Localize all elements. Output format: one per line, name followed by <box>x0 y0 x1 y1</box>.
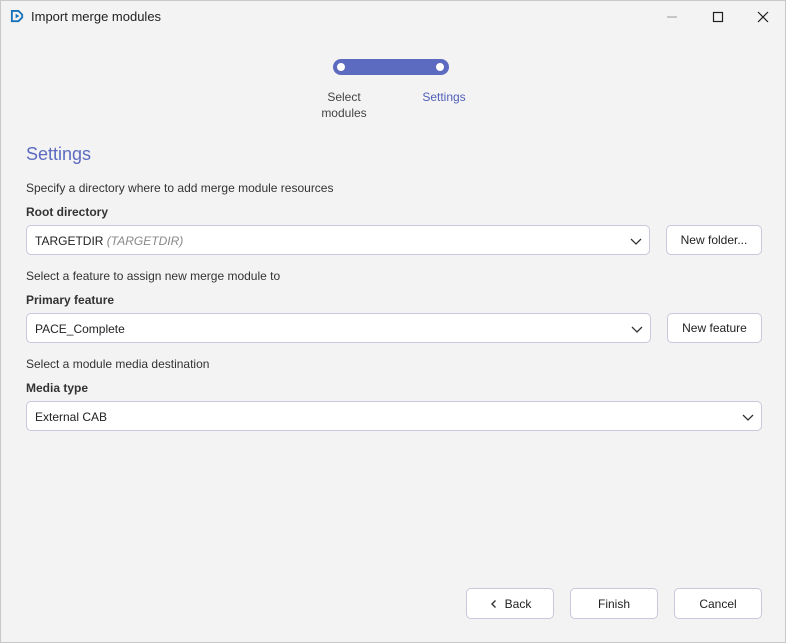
title-bar: Import merge modules <box>1 1 785 33</box>
chevron-down-icon <box>742 414 754 421</box>
finish-button-label: Finish <box>597 596 630 611</box>
maximize-button[interactable] <box>695 1 741 33</box>
primary-feature-dropdown[interactable]: PACE_Complete <box>26 313 651 343</box>
page-title: Settings <box>26 144 92 164</box>
root-directory-label: Root directory <box>26 205 109 219</box>
finish-button[interactable]: Finish <box>570 588 658 619</box>
primary-feature-hint: Select a feature to assign new merge mod… <box>26 269 281 283</box>
step-label-select-modules[interactable]: Select modules <box>309 89 379 121</box>
media-destination-hint: Select a module media destination <box>26 357 210 371</box>
app-logo-icon <box>10 9 24 23</box>
new-feature-button-label: New feature <box>682 321 747 335</box>
chevron-down-icon <box>630 238 642 245</box>
cancel-button[interactable]: Cancel <box>674 588 762 619</box>
minimize-button[interactable] <box>649 1 695 33</box>
new-folder-button-label: New folder... <box>680 233 748 247</box>
root-directory-value-sub: (TARGETDIR) <box>106 234 184 248</box>
step-label-settings-text: Settings <box>422 90 466 104</box>
media-type-value: External CAB <box>35 410 108 424</box>
close-button[interactable] <box>740 1 786 33</box>
root-directory-dropdown[interactable]: TARGETDIR (TARGETDIR) <box>26 225 650 255</box>
step-marker-select-modules[interactable] <box>335 61 347 73</box>
primary-feature-label: Primary feature <box>26 293 115 307</box>
window-title: Import merge modules <box>31 9 162 24</box>
maximize-icon <box>712 11 724 23</box>
primary-feature-value: PACE_Complete <box>35 322 125 336</box>
chevron-down-icon <box>631 326 643 333</box>
stepper-progress-track <box>333 59 449 75</box>
back-button[interactable]: Back <box>466 588 554 619</box>
root-directory-value: TARGETDIR (TARGETDIR) <box>35 234 183 248</box>
minimize-icon <box>667 16 677 18</box>
new-folder-button[interactable]: New folder... <box>666 225 762 255</box>
new-feature-button[interactable]: New feature <box>667 313 762 343</box>
import-merge-modules-dialog: Import merge modules Select modules Sett… <box>0 0 786 643</box>
media-type-label: Media type <box>26 381 89 395</box>
root-directory-hint: Specify a directory where to add merge m… <box>26 181 334 195</box>
step-label-settings[interactable]: Settings <box>413 89 475 105</box>
media-type-dropdown[interactable]: External CAB <box>26 401 762 431</box>
root-directory-value-main: TARGETDIR <box>35 234 104 248</box>
back-button-label: Back <box>504 596 532 611</box>
close-icon <box>757 11 769 23</box>
step-label-select-modules-text: Select modules <box>321 90 367 120</box>
chevron-left-icon <box>490 599 496 608</box>
cancel-button-label: Cancel <box>699 596 737 611</box>
step-marker-settings[interactable] <box>434 61 446 73</box>
